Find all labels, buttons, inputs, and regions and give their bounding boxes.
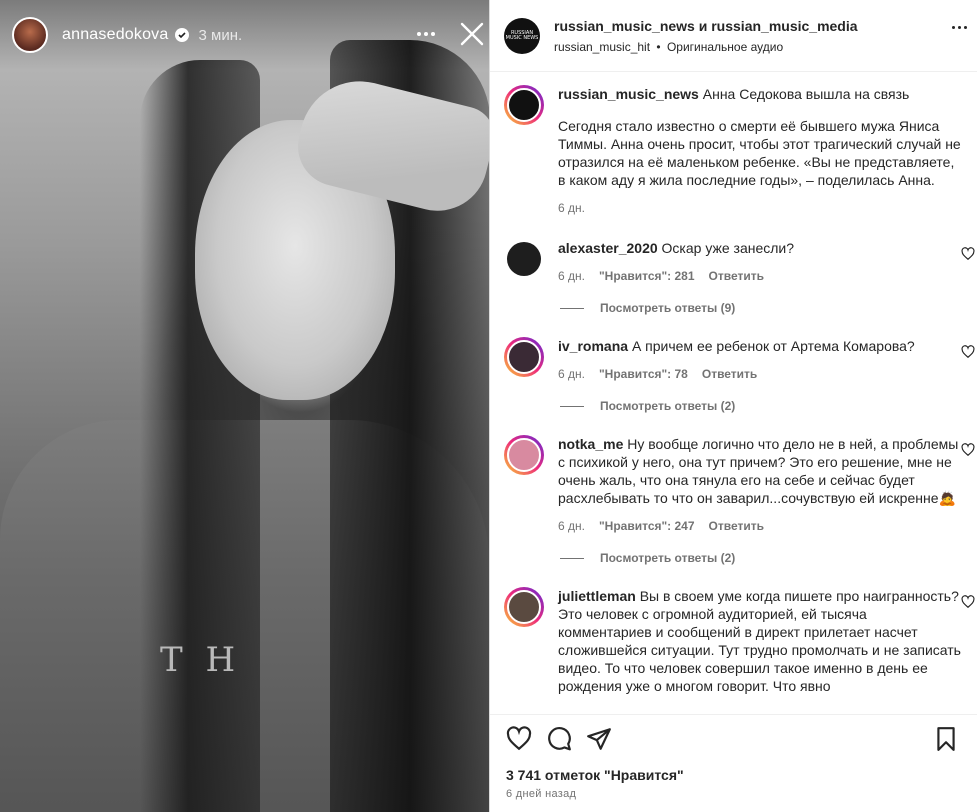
close-icon[interactable]: [458, 20, 486, 48]
audio-label[interactable]: Оригинальное аудио: [667, 40, 783, 54]
more-icon[interactable]: [414, 24, 438, 44]
heart-icon[interactable]: [506, 725, 532, 752]
reply-button[interactable]: Ответить: [702, 365, 757, 383]
comment-avatar[interactable]: [504, 337, 544, 377]
reply-button[interactable]: Ответить: [709, 517, 764, 535]
comment-icon[interactable]: [546, 726, 572, 752]
post-header-sub: russian_music_hit • Оригинальное аудио: [554, 40, 858, 54]
comment-item: notka_me Ну вообще логично что дело не в…: [490, 413, 977, 535]
account-avatar[interactable]: RUSSIAN MUSIC NEWS: [504, 17, 540, 54]
comment-username[interactable]: iv_romana: [558, 338, 628, 354]
comment-item: juliettleman Вы в своем уме когда пишете…: [490, 565, 977, 695]
caption-username[interactable]: russian_music_news: [558, 86, 699, 102]
heart-icon[interactable]: [961, 345, 975, 359]
comment-likes[interactable]: "Нравится": 281: [599, 267, 695, 285]
save-icon[interactable]: [933, 726, 959, 752]
comment-item: iv_romana А причем ее ребенок от Артема …: [490, 315, 977, 383]
heart-icon[interactable]: [961, 247, 975, 261]
comment-time: 6 дн.: [558, 519, 585, 533]
post-time: 6 дней назад: [506, 788, 577, 800]
shirt-print: T H: [160, 640, 242, 680]
comment-username[interactable]: alexaster_2020: [558, 240, 658, 256]
post-header-title[interactable]: russian_music_news и russian_music_media: [554, 18, 858, 34]
post-actions: [490, 714, 977, 762]
comment-text: Оскар уже занесли?: [661, 240, 795, 256]
comment-time: 6 дн.: [558, 269, 585, 283]
comment-avatar[interactable]: [504, 435, 544, 475]
story-time: 3 мин.: [198, 26, 243, 44]
story-username[interactable]: annasedokova: [62, 26, 169, 44]
share-icon[interactable]: [586, 726, 612, 752]
audio-account[interactable]: russian_music_hit: [554, 40, 650, 54]
post-caption: russian_music_news Анна Седокова вышла н…: [490, 73, 977, 217]
comment-username[interactable]: notka_me: [558, 436, 623, 452]
more-icon[interactable]: [952, 26, 967, 29]
caption-avatar[interactable]: [504, 85, 544, 125]
story-media: T H annasedokova 3 мин.: [0, 0, 489, 812]
view-replies-button[interactable]: Посмотреть ответы (9): [560, 301, 977, 315]
heart-icon[interactable]: [961, 595, 975, 609]
comment-username[interactable]: juliettleman: [558, 588, 636, 604]
caption-time: 6 дн.: [558, 201, 585, 215]
caption-headline: Анна Седокова вышла на связь: [702, 86, 910, 102]
comment-avatar[interactable]: [504, 587, 544, 627]
account-logo: RUSSIAN MUSIC NEWS: [505, 29, 539, 41]
post-panel: RUSSIAN MUSIC NEWS russian_music_news и …: [489, 0, 977, 812]
comment-item: alexaster_2020 Оскар уже занесли? 6 дн. …: [490, 217, 977, 285]
view-replies-button[interactable]: Посмотреть ответы (2): [560, 399, 977, 413]
reply-button[interactable]: Ответить: [709, 267, 764, 285]
comment-time: 6 дн.: [558, 367, 585, 381]
likes-count[interactable]: 3 741 отметок "Нравится": [506, 767, 684, 783]
view-replies-label: Посмотреть ответы (2): [600, 551, 736, 565]
verified-icon: [174, 28, 189, 42]
post-header: RUSSIAN MUSIC NEWS russian_music_news и …: [490, 0, 977, 72]
caption-text: Сегодня стало известно о смерти её бывше…: [558, 118, 961, 188]
view-replies-label: Посмотреть ответы (9): [600, 301, 736, 315]
story-avatar[interactable]: [12, 17, 48, 53]
separator-dot: •: [656, 39, 661, 54]
view-replies-button[interactable]: Посмотреть ответы (2): [560, 551, 977, 565]
heart-icon[interactable]: [961, 443, 975, 457]
comments-list[interactable]: russian_music_news Анна Седокова вышла н…: [490, 73, 977, 713]
view-replies-label: Посмотреть ответы (2): [600, 399, 736, 413]
comment-avatar[interactable]: [507, 242, 541, 276]
comment-likes[interactable]: "Нравится": 78: [599, 365, 688, 383]
comment-likes[interactable]: "Нравится": 247: [599, 517, 695, 535]
comment-text: А причем ее ребенок от Артема Комарова?: [631, 338, 915, 354]
